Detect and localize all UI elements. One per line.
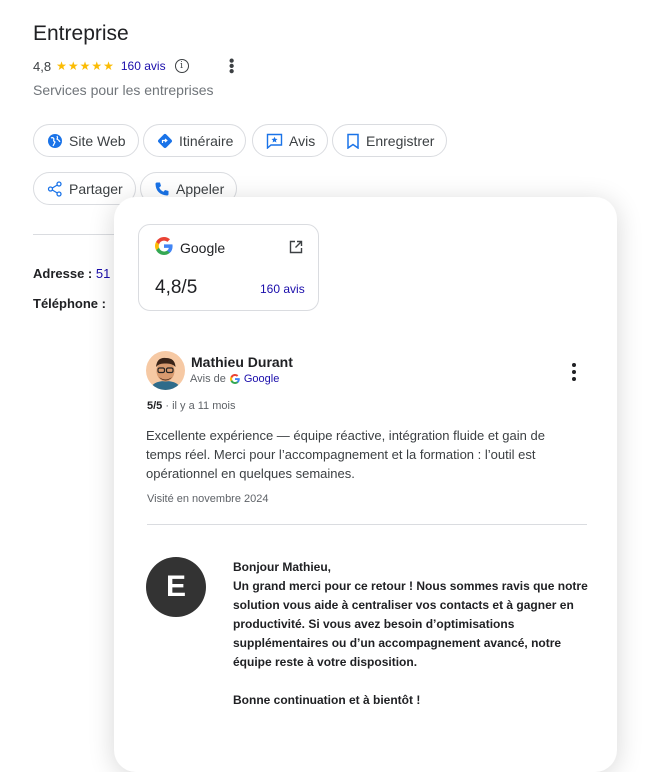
save-label: Enregistrer <box>366 132 435 149</box>
reviews-button[interactable]: Avis <box>252 124 329 157</box>
website-button[interactable]: Site Web <box>33 124 139 157</box>
google-review-count[interactable]: 160 avis <box>260 282 305 296</box>
google-logo-icon <box>155 237 173 255</box>
avatar[interactable] <box>146 351 185 390</box>
review-meta: 5/5 · il y a 11 mois <box>147 400 235 412</box>
share-icon <box>47 180 62 197</box>
business-name: Entreprise <box>33 22 129 45</box>
business-category: Services pour les entreprises <box>33 82 214 98</box>
via-source[interactable]: Google <box>244 373 279 385</box>
info-icon[interactable]: i <box>174 59 189 73</box>
address-label: Adresse : <box>33 266 93 281</box>
visit-date: Visité en novembre 2024 <box>147 493 269 505</box>
owner-avatar: E <box>146 557 206 617</box>
google-score: 4,8/5 <box>155 277 198 298</box>
phone-icon <box>155 182 169 195</box>
divider <box>147 524 587 525</box>
rating-row: 4,8 ★★★★★ 160 avis i ••• <box>33 57 240 75</box>
rating-stars-icon: ★★★★★ <box>56 59 115 73</box>
reviewer-name[interactable]: Mathieu Durant <box>191 354 293 370</box>
divider <box>33 234 123 235</box>
review-rating: 5/5 <box>147 400 163 412</box>
call-label: Appeler <box>176 180 225 197</box>
reviews-label: Avis <box>289 132 316 149</box>
via-label: Avis de <box>190 373 226 385</box>
share-button[interactable]: Partager <box>33 172 136 205</box>
google-source-name: Google <box>180 240 226 256</box>
google-g-icon <box>229 374 240 384</box>
save-button[interactable]: Enregistrer <box>332 124 448 157</box>
rating-value: 4,8 <box>33 58 52 74</box>
directions-icon <box>158 133 172 148</box>
more-options-icon[interactable]: ••• <box>223 58 240 74</box>
review-count-link[interactable]: 160 avis <box>121 59 166 73</box>
review-source: Avis de Google <box>190 373 279 385</box>
review-card: Google 4,8/5 160 avis Mathieu Durant Avi… <box>114 197 617 772</box>
review-text: Excellente expérience — équipe réactive,… <box>146 428 545 481</box>
share-label: Partager <box>69 180 123 197</box>
external-link-icon[interactable] <box>289 240 303 254</box>
globe-icon <box>48 133 62 148</box>
directions-button[interactable]: Itinéraire <box>143 124 247 157</box>
reply-greeting: Bonjour Mathieu, <box>233 560 331 574</box>
google-rating-box[interactable]: Google 4,8/5 160 avis <box>138 224 319 311</box>
phone-label: Téléphone : <box>33 296 106 311</box>
address-value[interactable]: 51 <box>96 266 110 281</box>
address-row: Adresse : 51 <box>33 266 110 281</box>
owner-reply: Bonjour Mathieu, Un grand merci pour ce … <box>233 558 593 710</box>
reviewer-photo <box>146 351 185 390</box>
directions-label: Itinéraire <box>179 132 234 149</box>
review-icon <box>266 133 283 149</box>
bookmark-icon <box>347 133 359 149</box>
website-label: Site Web <box>69 132 126 149</box>
reply-body: Un grand merci pour ce retour ! Nous som… <box>233 579 588 669</box>
review-time: · il y a 11 mois <box>162 400 236 412</box>
reply-closing: Bonne continuation et à bientôt ! <box>233 693 421 707</box>
review-menu-icon[interactable] <box>571 363 577 381</box>
